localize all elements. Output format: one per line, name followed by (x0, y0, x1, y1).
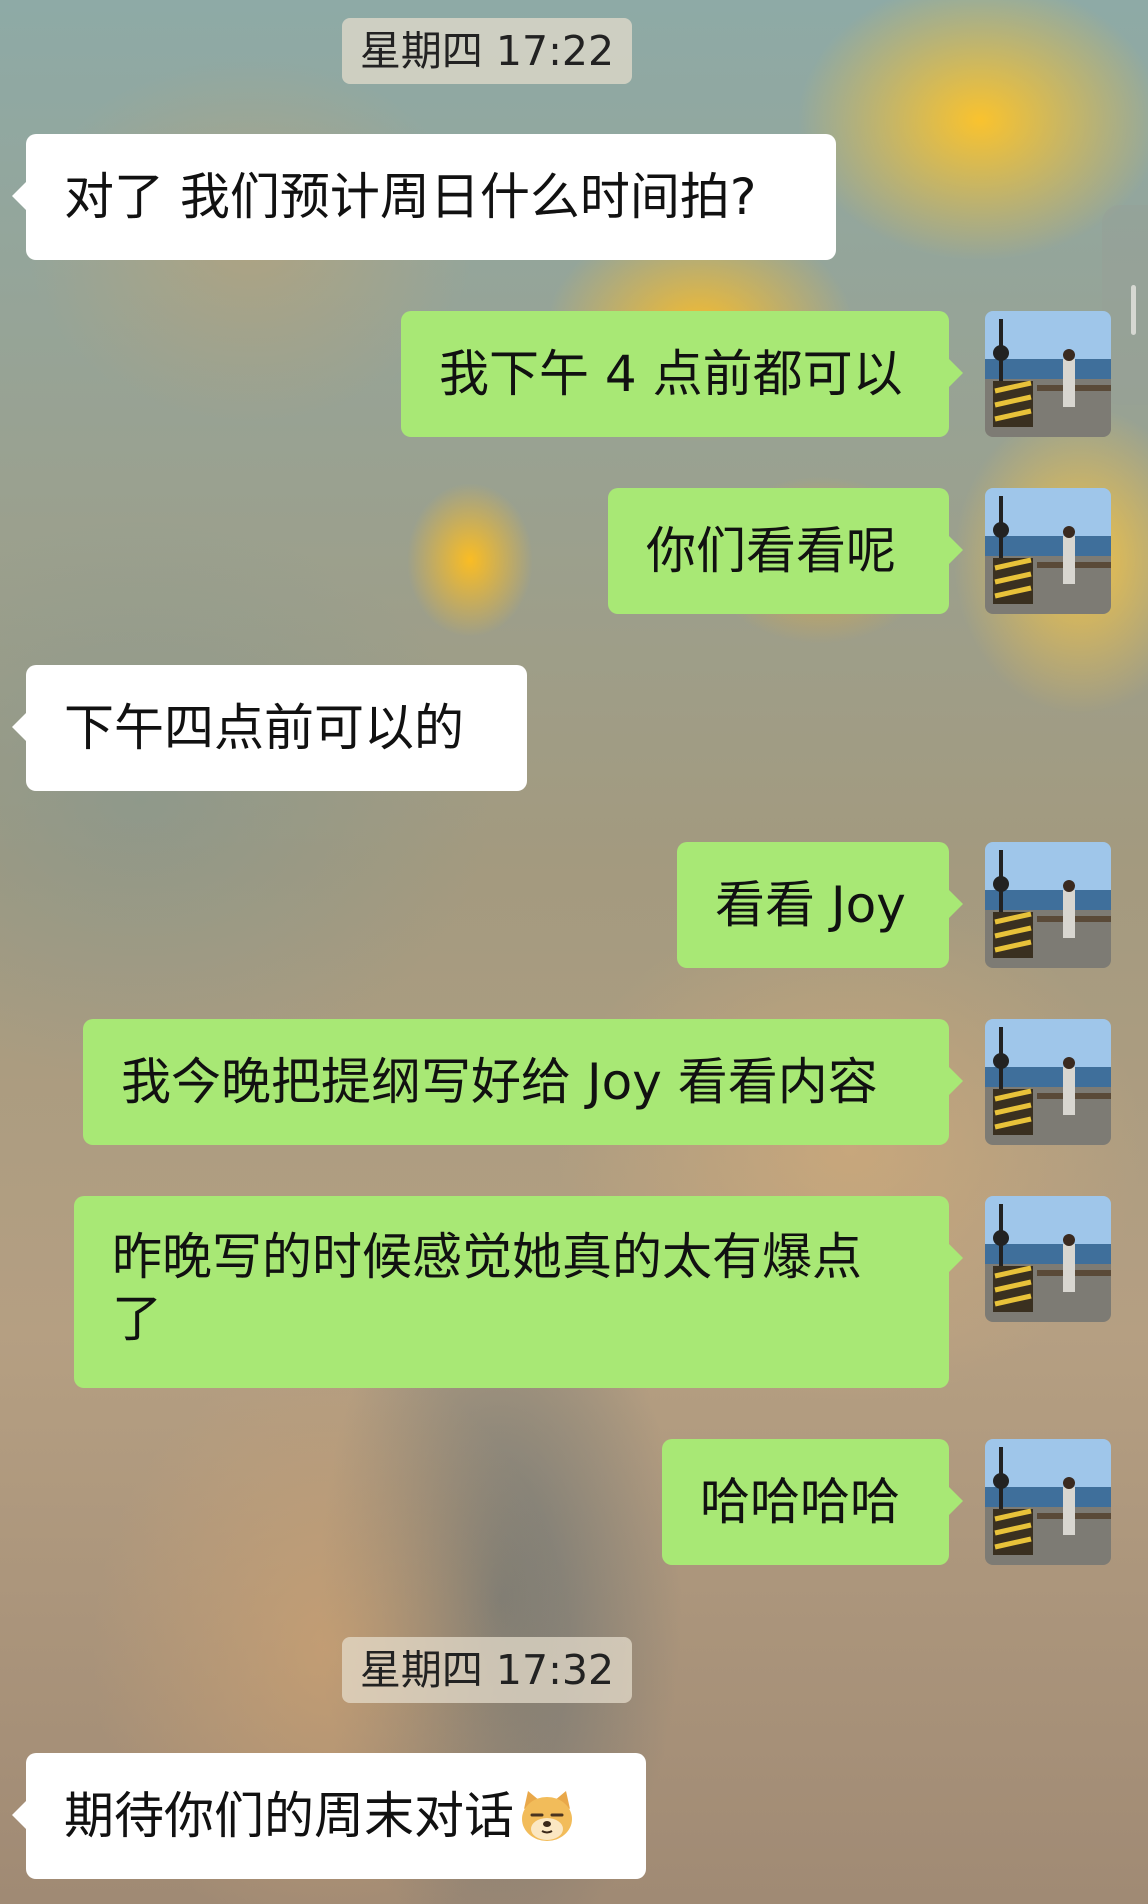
message-text: 哈哈哈哈 (700, 1473, 900, 1531)
avatar-photo-icon (985, 311, 1111, 437)
message-text: 对了 我们预计周日什么时间拍? (64, 168, 757, 226)
message-bubble-outgoing[interactable]: 哈哈哈哈 (662, 1439, 963, 1565)
timestamp-divider: 星期四 17:32 (342, 1637, 632, 1703)
avatar-photo-icon (985, 488, 1111, 614)
avatar[interactable] (985, 311, 1111, 437)
message-bubble-outgoing[interactable]: 看看 Joy (677, 842, 963, 968)
message-bubble-incoming[interactable]: 下午四点前可以的 (12, 665, 527, 791)
doge-face-emoji (518, 1787, 576, 1845)
message-bubble-outgoing[interactable]: 你们看看呢 (608, 488, 963, 614)
message-bubble-incoming[interactable]: 对了 我们预计周日什么时间拍? (12, 134, 836, 260)
message-text: 我下午 4 点前都可以 (439, 345, 903, 403)
avatar-photo-icon (985, 1196, 1111, 1322)
message-text: 期待你们的周末对话 (64, 1787, 514, 1845)
message-text: 昨晚写的时候感觉她真的太有爆点了 (112, 1228, 862, 1348)
avatar-photo-icon (985, 1439, 1111, 1565)
message-bubble-outgoing[interactable]: 我下午 4 点前都可以 (401, 311, 963, 437)
message-text: 下午四点前可以的 (64, 699, 464, 757)
message-bubble-outgoing[interactable]: 我今晚把提纲写好给 Joy 看看内容 (83, 1019, 963, 1145)
avatar-photo-icon (985, 1019, 1111, 1145)
message-bubble-outgoing[interactable]: 昨晚写的时候感觉她真的太有爆点了 (74, 1196, 963, 1388)
scroll-handle[interactable] (1131, 285, 1136, 335)
avatar-photo-icon (985, 842, 1111, 968)
message-text: 你们看看呢 (646, 522, 896, 580)
avatar[interactable] (985, 1439, 1111, 1565)
avatar[interactable] (985, 1196, 1111, 1322)
avatar[interactable] (985, 1019, 1111, 1145)
message-text: 看看 Joy (715, 876, 906, 934)
avatar[interactable] (985, 488, 1111, 614)
message-bubble-incoming[interactable]: 期待你们的周末对话 (12, 1753, 646, 1879)
avatar[interactable] (985, 842, 1111, 968)
message-text: 我今晚把提纲写好给 Joy 看看内容 (121, 1053, 878, 1111)
chat-wallpaper (0, 0, 1148, 1904)
timestamp-divider: 星期四 17:22 (342, 18, 632, 84)
